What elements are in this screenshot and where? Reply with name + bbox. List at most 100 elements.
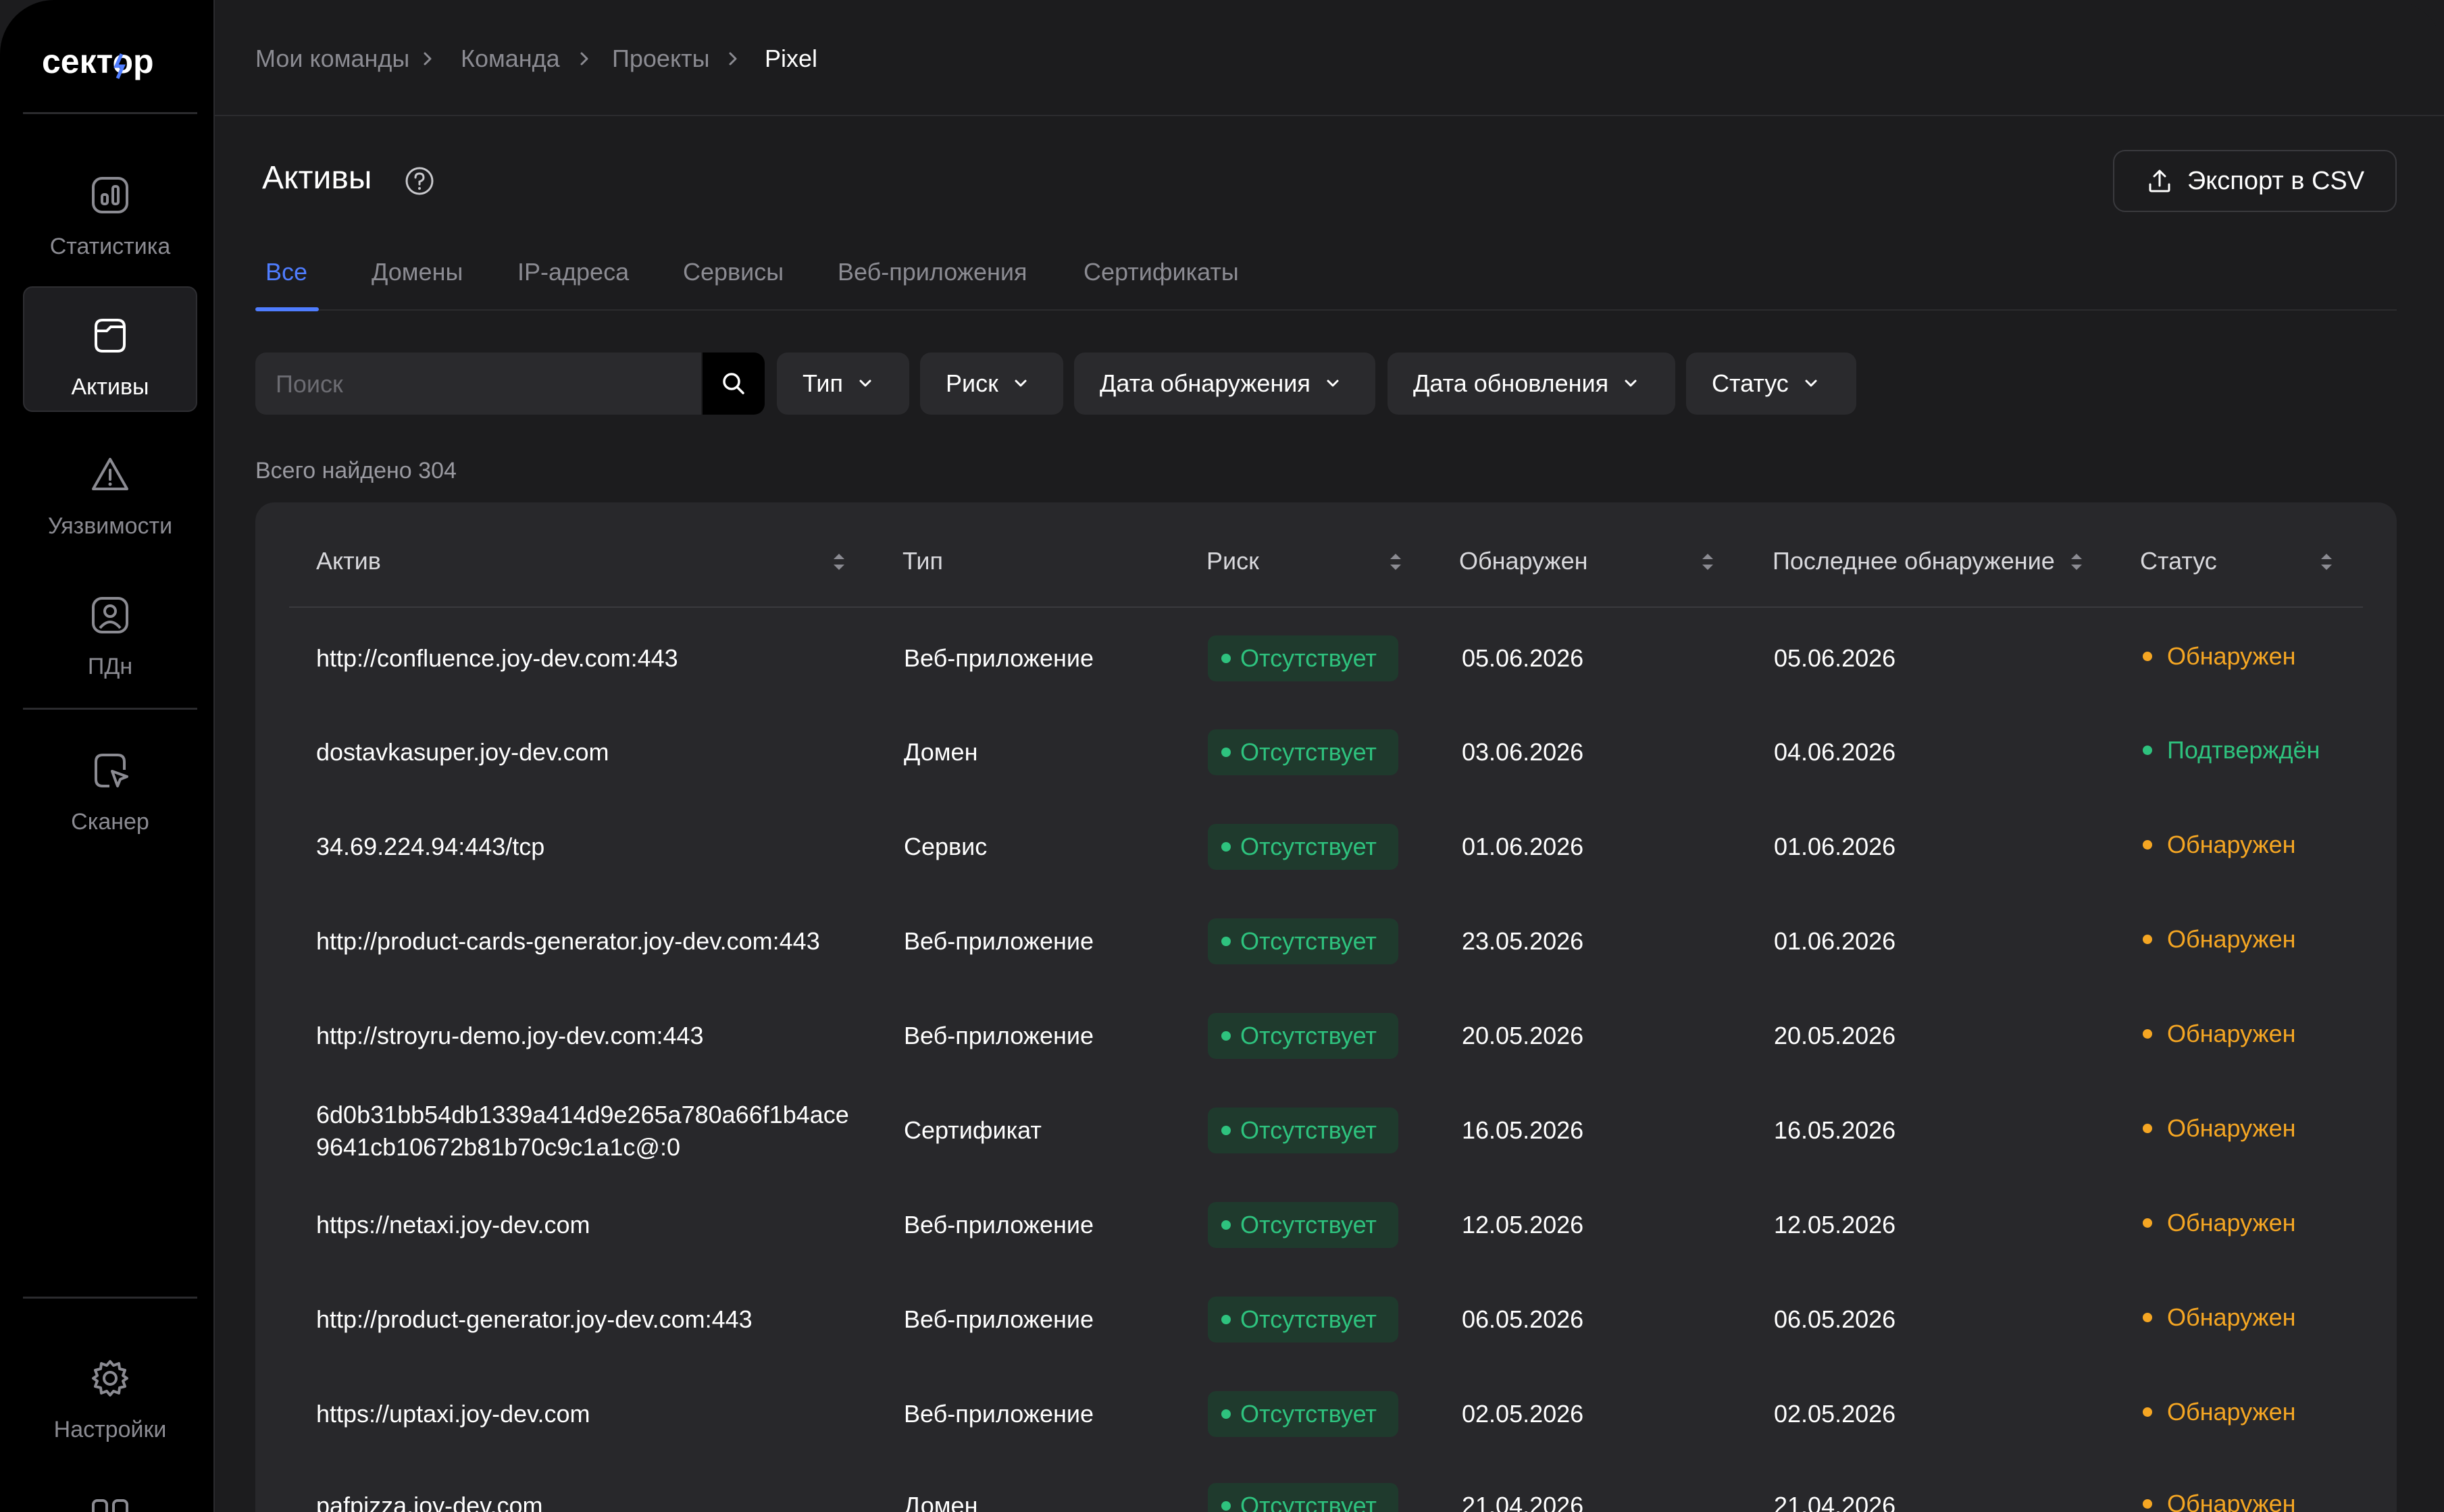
sort-icon[interactable] — [1698, 548, 1717, 575]
status-badge: Обнаружен — [2143, 831, 2296, 859]
found-date: 12.05.2026 — [1462, 1211, 1584, 1239]
tab-certificates[interactable]: Сертификаты — [1084, 258, 1239, 286]
status-label: Обнаружен — [2167, 1209, 2296, 1236]
status-badge: Обнаружен — [2143, 1114, 2296, 1143]
column-header-risk[interactable]: Риск — [1206, 547, 1259, 575]
status-dot — [2143, 652, 2152, 661]
asset-link[interactable]: 34.69.224.94:443/tcp — [316, 831, 544, 863]
status-badge: Обнаружен — [2143, 642, 2296, 671]
risk-badge: Отсутствует — [1208, 824, 1398, 870]
sort-icon[interactable] — [830, 548, 848, 575]
filter-status[interactable]: Статус — [1686, 353, 1856, 415]
last-seen-date: 04.06.2026 — [1774, 738, 1896, 766]
filter-update-date[interactable]: Дата обновления — [1388, 353, 1675, 415]
sidebar-item-label: Статистика — [49, 234, 171, 259]
sidebar-item-assets[interactable]: Активы — [23, 286, 197, 412]
sidebar-item-scanner[interactable]: Сканер — [23, 723, 197, 848]
status-dot — [2143, 1218, 2152, 1228]
found-date: 03.06.2026 — [1462, 738, 1584, 766]
risk-label: Отсутствует — [1240, 927, 1377, 955]
breadcrumb-item-team[interactable]: Команда — [461, 45, 560, 73]
tab-domains[interactable]: Домены — [372, 258, 463, 286]
sort-icon[interactable] — [1386, 548, 1405, 575]
status-label: Обнаружен — [2167, 831, 2296, 858]
sidebar-divider — [23, 708, 197, 710]
asset-link[interactable]: 6d0b31bb54db1339a414d9e265a780a66f1b4ace — [316, 1099, 849, 1131]
status-badge: Обнаружен — [2143, 1398, 2296, 1426]
last-seen-date: 12.05.2026 — [1774, 1211, 1896, 1239]
sidebar-item-label: Уязвимости — [47, 513, 173, 539]
found-date: 16.05.2026 — [1462, 1116, 1584, 1144]
stats-icon — [92, 177, 128, 213]
sidebar-item-statistics[interactable]: Статистика — [23, 147, 197, 273]
chevron-down-icon — [1015, 380, 1027, 387]
sort-icon[interactable] — [2067, 548, 2086, 575]
asset-link[interactable]: http://product-cards-generator.joy-dev.c… — [316, 925, 820, 958]
tab-services[interactable]: Сервисы — [683, 258, 784, 286]
asset-link[interactable]: dostavkasuper.joy-dev.com — [316, 736, 609, 768]
breadcrumb-item-projects[interactable]: Проекты — [612, 45, 709, 73]
column-header-asset[interactable]: Актив — [316, 547, 381, 575]
column-header-last-seen[interactable]: Последнее обнаружение — [1773, 547, 2055, 575]
risk-badge: Отсутствует — [1208, 729, 1398, 775]
asset-link[interactable]: pafpizza.joy-dev.com — [316, 1490, 542, 1512]
risk-dot — [1221, 1220, 1231, 1230]
sidebar-item-vulnerabilities[interactable]: Уязвимости — [23, 427, 197, 552]
last-seen-date: 06.05.2026 — [1774, 1305, 1896, 1333]
warning-icon — [92, 458, 128, 490]
risk-badge: Отсутствует — [1208, 1483, 1398, 1512]
found-date: 06.05.2026 — [1462, 1305, 1584, 1333]
asset-link[interactable]: https://netaxi.joy-dev.com — [316, 1209, 590, 1241]
app-window: сектор Статистика Активы Уязвимости ПДн … — [0, 0, 2444, 1512]
status-label: Обнаружен — [2167, 1020, 2296, 1047]
breadcrumb-item-teams[interactable]: Мои команды — [255, 45, 409, 73]
filter-type[interactable]: Тип — [777, 353, 909, 415]
status-label: Обнаружен — [2167, 1303, 2296, 1331]
status-badge: Обнаружен — [2143, 1490, 2296, 1512]
tab-all[interactable]: Все — [265, 258, 307, 286]
help-icon[interactable] — [404, 165, 435, 197]
status-label: Обнаружен — [2167, 642, 2296, 670]
status-dot — [2143, 1124, 2152, 1133]
risk-dot — [1221, 1409, 1231, 1419]
risk-dot — [1221, 1315, 1231, 1324]
status-dot — [2143, 1029, 2152, 1039]
column-header-status[interactable]: Статус — [2140, 547, 2217, 575]
last-seen-date: 02.05.2026 — [1774, 1400, 1896, 1428]
asset-link-continuation[interactable]: 9641cb10672b81b70c9c1a1c@:0 — [316, 1131, 680, 1164]
search-input[interactable]: Поиск — [255, 353, 701, 415]
asset-type: Сервис — [904, 833, 988, 860]
asset-link[interactable]: https://uptaxi.joy-dev.com — [316, 1398, 590, 1430]
tab-ip-addresses[interactable]: IP-адреса — [517, 258, 629, 286]
column-header-found[interactable]: Обнаружен — [1459, 547, 1588, 575]
filter-discovery-date[interactable]: Дата обнаружения — [1074, 353, 1375, 415]
search-button[interactable] — [703, 353, 765, 415]
asset-link[interactable]: http://confluence.joy-dev.com:443 — [316, 642, 678, 675]
risk-dot — [1221, 654, 1231, 663]
sort-icon[interactable] — [2317, 548, 2336, 575]
status-label: Обнаружен — [2167, 1490, 2296, 1512]
logo[interactable]: сектор — [42, 39, 184, 86]
status-label: Обнаружен — [2167, 1114, 2296, 1142]
sidebar-divider — [23, 112, 197, 114]
asset-type: Веб-приложение — [904, 644, 1094, 672]
risk-label: Отсутствует — [1240, 644, 1377, 672]
column-header-type: Тип — [902, 547, 944, 575]
export-csv-button[interactable]: Экспорт в CSV — [2113, 150, 2397, 212]
sidebar-item-settings[interactable]: Настройки — [23, 1330, 197, 1456]
more-apps-icon[interactable] — [91, 1498, 131, 1512]
chevron-right-icon — [424, 52, 432, 66]
status-dot — [2143, 1499, 2152, 1509]
sidebar-item-personal-data[interactable]: ПДн — [23, 567, 197, 693]
status-dot — [2143, 935, 2152, 944]
last-seen-date: 21.04.2026 — [1774, 1492, 1896, 1512]
risk-label: Отсутствует — [1240, 738, 1377, 766]
active-tab-indicator — [255, 307, 319, 311]
asset-link[interactable]: http://product-generator.joy-dev.com:443 — [316, 1303, 753, 1336]
filter-risk[interactable]: Риск — [920, 353, 1063, 415]
tab-web-apps[interactable]: Веб-приложения — [838, 258, 1027, 286]
chevron-down-icon — [859, 380, 871, 387]
asset-link[interactable]: http://stroyru-demo.joy-dev.com:443 — [316, 1020, 704, 1052]
last-seen-date: 05.06.2026 — [1774, 644, 1896, 672]
search-placeholder: Поиск — [276, 370, 343, 398]
